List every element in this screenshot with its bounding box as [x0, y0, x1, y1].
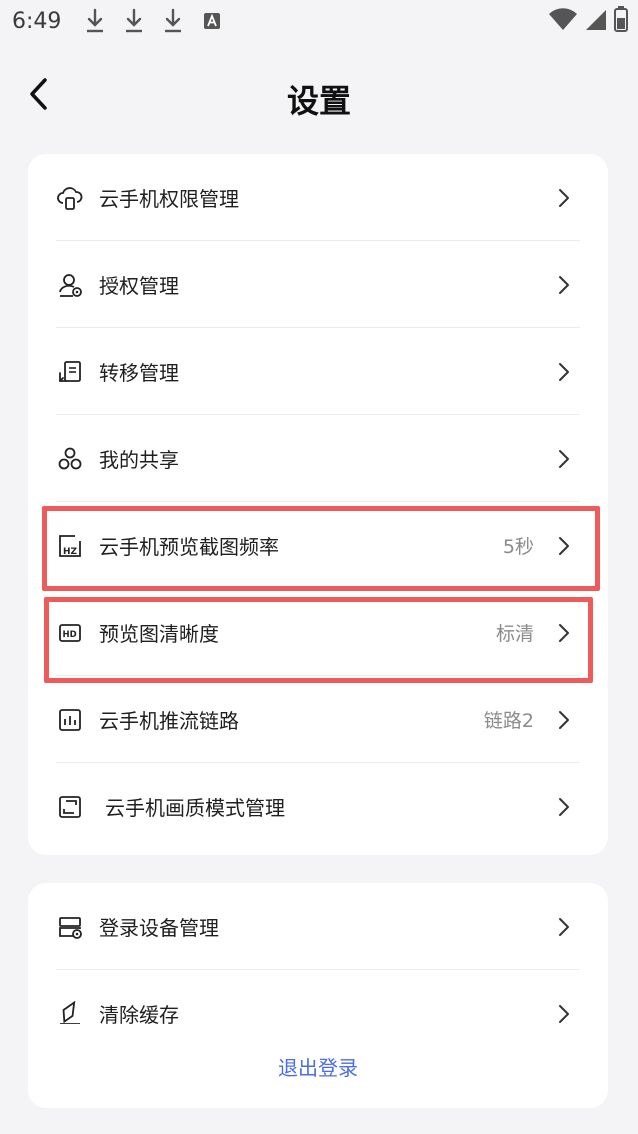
- settings-item-label: 云手机推流链路: [99, 709, 239, 733]
- settings-card-main: 云手机权限管理 授权管理 转移管理 我的共享 HZ 云手机预览截图频率 5秒 H…: [28, 154, 608, 855]
- chart-icon: [57, 707, 83, 733]
- chevron-right-icon: [556, 796, 572, 818]
- share-icon: [57, 446, 83, 472]
- status-time: 6:49: [12, 8, 62, 34]
- status-right-icons: [548, 6, 628, 36]
- settings-item-label: 预览图清晰度: [99, 622, 219, 646]
- settings-item-label: 我的共享: [99, 448, 179, 472]
- settings-item-cloud-phone-permissions[interactable]: 云手机权限管理: [28, 154, 608, 241]
- settings-item-label: 云手机预览截图频率: [99, 535, 279, 559]
- chevron-right-icon: [556, 622, 572, 644]
- settings-item-quality-mode[interactable]: 云手机画质模式管理: [28, 763, 608, 850]
- wifi-icon: [548, 7, 578, 35]
- a-icon: [198, 7, 226, 35]
- download-icon: [159, 7, 187, 35]
- battery-icon: [614, 6, 628, 36]
- hd-icon: HD: [57, 620, 83, 646]
- svg-text:HD: HD: [63, 630, 77, 640]
- settings-item-label: 云手机画质模式管理: [105, 796, 285, 820]
- chevron-right-icon: [556, 535, 572, 557]
- page-title: 设置: [286, 82, 351, 120]
- chevron-right-icon: [556, 916, 572, 938]
- settings-item-value: 5秒: [502, 536, 534, 558]
- chevron-right-icon: [556, 274, 572, 296]
- settings-item-label: 授权管理: [99, 274, 179, 298]
- svg-text:HZ: HZ: [63, 547, 78, 557]
- chevron-right-icon: [556, 709, 572, 731]
- device-icon: [57, 914, 83, 940]
- settings-item-label: 登录设备管理: [99, 916, 219, 940]
- signal-icon: [584, 7, 608, 35]
- settings-item-label: 云手机权限管理: [99, 187, 239, 211]
- download-icon: [120, 7, 148, 35]
- settings-item-my-share[interactable]: 我的共享: [28, 415, 608, 502]
- settings-item-stream-link[interactable]: 云手机推流链路 链路2: [28, 676, 608, 763]
- download-icon: [81, 7, 109, 35]
- settings-item-transfer[interactable]: 转移管理: [28, 328, 608, 415]
- settings-item-value: 链路2: [483, 710, 534, 732]
- logout-button[interactable]: 退出登录: [278, 1052, 358, 1081]
- settings-item-preview-frequency[interactable]: HZ 云手机预览截图频率 5秒: [28, 502, 608, 589]
- settings-item-preview-clarity[interactable]: HD 预览图清晰度 标清: [28, 589, 608, 676]
- logout-card: 退出登录: [28, 1024, 608, 1108]
- chevron-right-icon: [556, 361, 572, 383]
- status-bar: 6:49: [0, 0, 638, 42]
- chevron-right-icon: [556, 1003, 572, 1025]
- chevron-right-icon: [556, 448, 572, 470]
- top-bar: 设置: [0, 60, 638, 132]
- settings-item-authorization[interactable]: 授权管理: [28, 241, 608, 328]
- settings-item-login-devices[interactable]: 登录设备管理: [28, 883, 608, 970]
- hz-icon: HZ: [57, 533, 83, 559]
- cloud-phone-icon: [57, 185, 83, 211]
- settings-item-label: 转移管理: [99, 361, 179, 385]
- eraser-icon: [57, 1000, 83, 1027]
- user-authorize-icon: [57, 272, 83, 298]
- quality-icon: [57, 794, 83, 820]
- settings-item-value: 标清: [495, 623, 534, 645]
- transfer-icon: [57, 359, 83, 385]
- chevron-right-icon: [556, 187, 572, 209]
